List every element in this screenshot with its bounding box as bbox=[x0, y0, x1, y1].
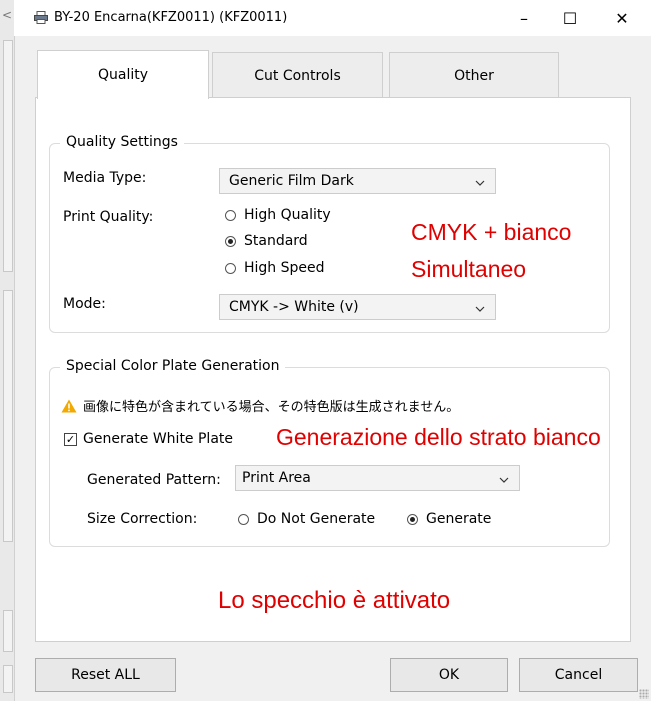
background-panel bbox=[3, 610, 13, 652]
print-quality-label: Print Quality: bbox=[63, 209, 154, 225]
background-panel bbox=[3, 40, 13, 272]
radio-high-quality[interactable]: High Quality bbox=[225, 207, 331, 223]
mode-value: CMYK -> White (v) bbox=[229, 299, 359, 315]
generated-pattern-value: Print Area bbox=[242, 470, 311, 486]
close-button[interactable]: ✕ bbox=[599, 0, 645, 36]
tab-cut-controls[interactable]: Cut Controls bbox=[212, 52, 383, 98]
chevron-down-icon bbox=[475, 175, 485, 191]
annotation-strato-clip: Generazione dello strato bianco bbox=[276, 420, 651, 460]
mode-label: Mode: bbox=[63, 296, 106, 312]
radio-do-not-generate[interactable]: Do Not Generate bbox=[238, 511, 375, 527]
radio-circle-selected bbox=[407, 513, 418, 525]
radio-circle-selected bbox=[225, 235, 236, 247]
radio-label: Standard bbox=[244, 233, 308, 249]
title-bar[interactable]: BY-20 Encarna(KFZ0011) (KFZ0011) – ☐ ✕ bbox=[14, 0, 651, 36]
media-type-value: Generic Film Dark bbox=[229, 173, 354, 189]
minimize-button[interactable]: – bbox=[501, 0, 547, 36]
generated-pattern-select[interactable]: Print Area bbox=[235, 465, 520, 491]
radio-high-speed[interactable]: High Speed bbox=[225, 260, 325, 276]
tab-quality[interactable]: Quality bbox=[37, 50, 209, 99]
radio-standard[interactable]: Standard bbox=[225, 233, 308, 249]
reset-all-button[interactable]: Reset ALL bbox=[35, 658, 176, 692]
background-panel bbox=[3, 665, 13, 693]
generate-white-plate-checkbox[interactable]: ✓ Generate White Plate bbox=[64, 431, 233, 447]
tab-panel-quality: Quality Settings Media Type: Generic Fil… bbox=[35, 97, 631, 642]
radio-label: Generate bbox=[426, 511, 492, 527]
chevron-down-icon bbox=[499, 472, 509, 488]
generated-pattern-label: Generated Pattern: bbox=[87, 472, 221, 488]
maximize-button[interactable]: ☐ bbox=[547, 0, 593, 36]
chevron-left-icon: < bbox=[2, 8, 13, 22]
annotation-simultaneo: Simultaneo bbox=[411, 256, 527, 282]
background-panel bbox=[3, 290, 13, 542]
cancel-button[interactable]: Cancel bbox=[519, 658, 638, 692]
tab-other[interactable]: Other bbox=[389, 52, 559, 98]
annotation-cmyk-bianco: CMYK + bianco bbox=[411, 219, 572, 245]
media-type-select[interactable]: Generic Film Dark bbox=[219, 168, 496, 194]
mode-select[interactable]: CMYK -> White (v) bbox=[219, 294, 496, 320]
chevron-down-icon bbox=[475, 301, 485, 317]
generate-white-plate-label: Generate White Plate bbox=[83, 431, 234, 447]
quality-settings-title: Quality Settings bbox=[60, 134, 184, 150]
background-window-edge: < bbox=[0, 0, 15, 701]
radio-circle bbox=[225, 209, 236, 221]
ok-button[interactable]: OK bbox=[390, 658, 508, 692]
media-type-label: Media Type: bbox=[63, 170, 147, 186]
radio-label: High Speed bbox=[244, 260, 325, 276]
resize-grip-icon[interactable] bbox=[639, 689, 649, 699]
special-color-plate-title: Special Color Plate Generation bbox=[60, 358, 286, 374]
annotation-specchio: Lo specchio è attivato bbox=[218, 587, 451, 614]
warning-text: 画像に特色が含まれている場合、その特色版は生成されません。 bbox=[83, 400, 460, 415]
radio-circle bbox=[238, 513, 249, 525]
checkbox-checked-icon: ✓ bbox=[64, 432, 77, 446]
size-correction-label: Size Correction: bbox=[87, 511, 198, 527]
warning-icon bbox=[61, 399, 77, 412]
radio-label: Do Not Generate bbox=[257, 511, 376, 527]
annotation-strato-bianco: Generazione dello strato bianco bbox=[276, 424, 601, 450]
spot-color-warning: 画像に特色が含まれている場合、その特色版は生成されません。 bbox=[61, 396, 459, 415]
radio-circle bbox=[225, 262, 236, 274]
window-title: BY-20 Encarna(KFZ0011) (KFZ0011) bbox=[54, 10, 288, 25]
radio-label: High Quality bbox=[244, 207, 331, 223]
radio-generate[interactable]: Generate bbox=[407, 511, 491, 527]
printer-icon bbox=[34, 11, 48, 28]
